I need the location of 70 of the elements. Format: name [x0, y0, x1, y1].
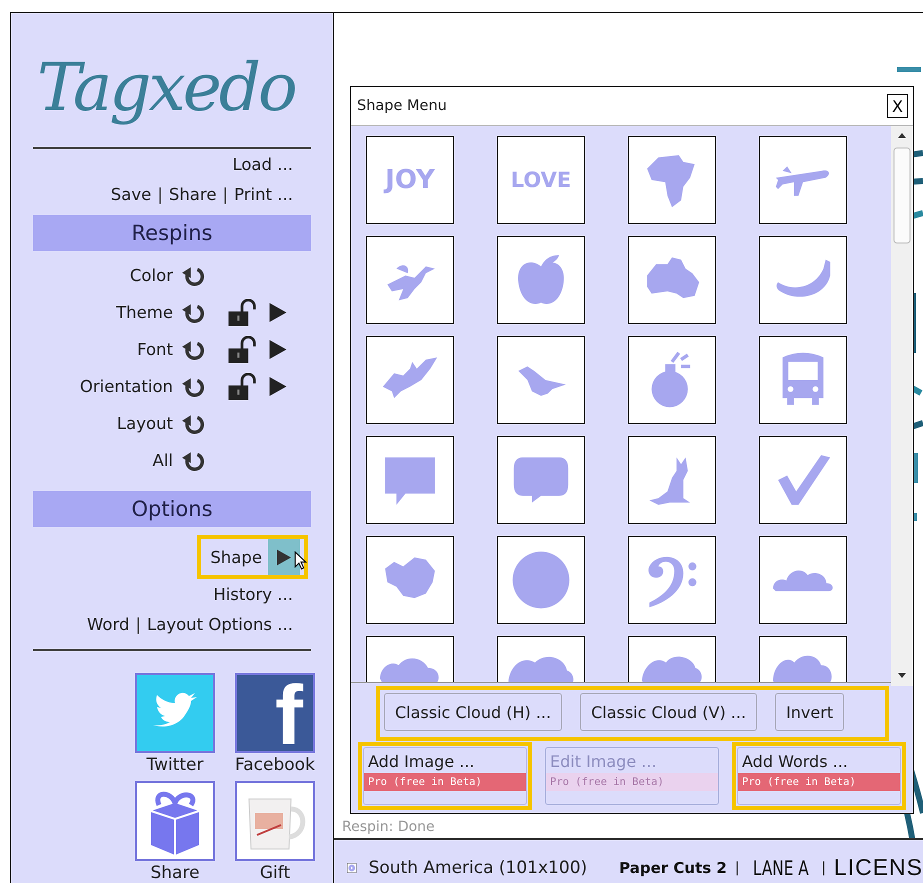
- play-arrow-icon[interactable]: [269, 303, 287, 322]
- logo-letter: f: [275, 679, 303, 751]
- shape-tile[interactable]: [759, 236, 847, 324]
- dialog-title: Shape Menu: [357, 98, 447, 114]
- pro-button[interactable]: Add Words ... Pro (free in Beta): [737, 747, 901, 805]
- shape-tile[interactable]: [628, 136, 716, 224]
- mug-drawing[interactable]: [235, 781, 315, 861]
- separator: |: [157, 184, 163, 204]
- separator: |: [135, 614, 142, 634]
- respin-label: Layout: [116, 414, 174, 433]
- file-link[interactable]: Share: [168, 184, 216, 204]
- social-label: Facebook: [235, 755, 315, 775]
- section-header: Respins: [33, 215, 311, 251]
- unlocked-padlock-icon[interactable]: [227, 372, 257, 400]
- unlocked-padlock-icon[interactable]: [227, 336, 257, 364]
- arrow-button[interactable]: [268, 539, 300, 575]
- shape-tile[interactable]: [497, 336, 585, 424]
- logo: Tagxedo: [36, 48, 296, 128]
- shape-tile[interactable]: [497, 236, 585, 324]
- shape-tile[interactable]: [366, 436, 454, 524]
- shape-link[interactable]: Shape: [210, 548, 262, 566]
- shape-tile[interactable]: [628, 436, 716, 524]
- social-label: Twitter: [146, 755, 204, 775]
- shape-tile[interactable]: [759, 536, 847, 624]
- section-header: Options: [33, 491, 311, 527]
- history-link[interactable]: History ...: [213, 584, 293, 604]
- play-arrow-icon[interactable]: [269, 340, 287, 359]
- cursor-icon: [294, 551, 307, 570]
- play-arrow-icon[interactable]: [269, 377, 287, 396]
- status-message: Respin: Done: [342, 819, 435, 836]
- file-link[interactable]: Print ...: [234, 184, 293, 204]
- load-link[interactable]: Load ...: [232, 154, 293, 174]
- dialog-button[interactable]: Classic Cloud (H) ...: [384, 693, 562, 731]
- respin-label: All: [152, 451, 174, 470]
- options-link[interactable]: Layout Options ...: [147, 614, 293, 634]
- options-link[interactable]: Word: [87, 614, 130, 634]
- status-theme: LANE A: [752, 856, 808, 880]
- status-license: LICENS: [834, 854, 923, 881]
- gift-box-icon[interactable]: [135, 781, 215, 861]
- shape-tile[interactable]: [759, 436, 847, 524]
- respin-label: Font: [136, 340, 174, 359]
- close-button[interactable]: X: [887, 94, 908, 118]
- social-label: Gift: [260, 863, 290, 883]
- shape-tile[interactable]: [759, 136, 847, 224]
- file-link[interactable]: Save: [110, 184, 152, 204]
- separator: |: [222, 184, 228, 204]
- shape-tile[interactable]: [628, 236, 716, 324]
- shape-tile[interactable]: [628, 536, 716, 624]
- shape-tile[interactable]: [366, 336, 454, 424]
- shape-tile[interactable]: [366, 536, 454, 624]
- shape-tile[interactable]: [628, 336, 716, 424]
- respin-label: Color: [128, 266, 174, 285]
- separator: |: [821, 860, 826, 876]
- social-label: Share: [150, 863, 200, 883]
- dialog-button[interactable]: Invert: [775, 693, 844, 731]
- respin-label: Orientation: [78, 377, 174, 396]
- shape-tile[interactable]: [497, 436, 585, 524]
- shape-name: South America (101x100): [368, 858, 588, 878]
- pro-button[interactable]: Add Image ... Pro (free in Beta): [363, 747, 527, 805]
- unlocked-padlock-icon[interactable]: [227, 298, 257, 326]
- bird-icon[interactable]: [135, 673, 215, 753]
- play-arrow-icon: [277, 548, 291, 566]
- shape-tile[interactable]: [497, 536, 585, 624]
- facebook-logo[interactable]: f: [235, 673, 315, 753]
- shape-tile[interactable]: [366, 236, 454, 324]
- shape-tile[interactable]: [759, 336, 847, 424]
- respin-label: Theme: [115, 303, 174, 322]
- separator: |: [734, 860, 740, 876]
- status-font: Paper Cuts 2: [619, 858, 727, 876]
- dialog-button[interactable]: Classic Cloud (V) ...: [580, 693, 758, 731]
